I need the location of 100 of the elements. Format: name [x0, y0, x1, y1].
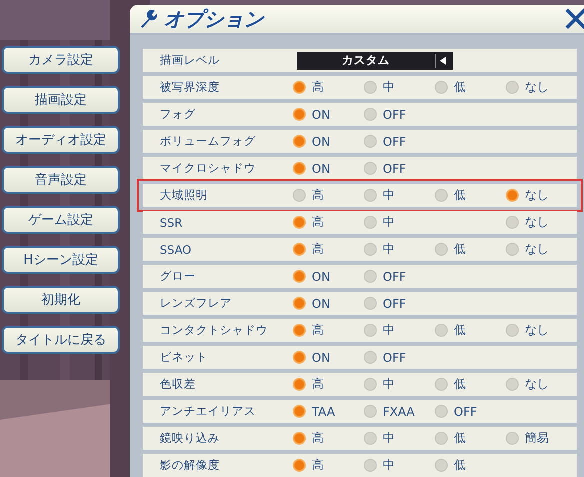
- option-label[interactable]: 低: [454, 241, 466, 258]
- option-label[interactable]: 高: [312, 430, 324, 447]
- radio-button[interactable]: [293, 135, 306, 148]
- option-label[interactable]: 中: [383, 214, 395, 231]
- option-label[interactable]: 高: [312, 457, 324, 474]
- option-label[interactable]: TAA: [312, 404, 336, 418]
- option-label[interactable]: OFF: [383, 270, 406, 284]
- option-label[interactable]: 高: [312, 241, 324, 258]
- close-button[interactable]: [564, 7, 584, 31]
- radio-button[interactable]: [435, 459, 448, 472]
- option-label[interactable]: 低: [454, 457, 466, 474]
- option-label[interactable]: 中: [383, 430, 395, 447]
- radio-button[interactable]: [435, 432, 448, 445]
- radio-button[interactable]: [364, 378, 377, 391]
- radio-button[interactable]: [364, 324, 377, 337]
- radio-button[interactable]: [293, 108, 306, 121]
- radio-button[interactable]: [293, 81, 306, 94]
- menu-button[interactable]: 初期化: [2, 286, 120, 314]
- radio-button[interactable]: [506, 243, 519, 256]
- radio-button[interactable]: [293, 189, 306, 202]
- radio-button[interactable]: [293, 270, 306, 283]
- option-label[interactable]: OFF: [383, 108, 406, 122]
- radio-button[interactable]: [293, 216, 306, 229]
- radio-button[interactable]: [293, 351, 306, 364]
- radio-button[interactable]: [364, 351, 377, 364]
- radio-button[interactable]: [293, 243, 306, 256]
- radio-button[interactable]: [506, 81, 519, 94]
- radio-button[interactable]: [435, 405, 448, 418]
- option-label[interactable]: 高: [312, 79, 324, 96]
- radio-button[interactable]: [364, 135, 377, 148]
- option-label[interactable]: ON: [312, 296, 330, 310]
- radio-button[interactable]: [293, 432, 306, 445]
- option-label[interactable]: 簡易: [525, 430, 549, 447]
- radio-button[interactable]: [364, 243, 377, 256]
- option-label[interactable]: 中: [383, 376, 395, 393]
- radio-button[interactable]: [293, 405, 306, 418]
- radio-button[interactable]: [293, 162, 306, 175]
- option-label[interactable]: OFF: [454, 404, 478, 418]
- option-label[interactable]: 低: [454, 322, 466, 339]
- option-label[interactable]: 低: [454, 79, 466, 96]
- menu-button[interactable]: 描画設定: [2, 86, 120, 114]
- option-label[interactable]: 中: [383, 241, 395, 258]
- radio-button[interactable]: [364, 459, 377, 472]
- radio-button[interactable]: [293, 378, 306, 391]
- option-label[interactable]: 低: [454, 376, 466, 393]
- option-label[interactable]: ON: [312, 162, 330, 176]
- option-label[interactable]: 中: [383, 457, 395, 474]
- radio-button[interactable]: [364, 162, 377, 175]
- option-label[interactable]: なし: [525, 322, 549, 339]
- option-label[interactable]: 中: [383, 187, 395, 204]
- option-label[interactable]: ON: [312, 134, 330, 148]
- radio-button[interactable]: [293, 459, 306, 472]
- radio-button[interactable]: [293, 324, 306, 337]
- option-label[interactable]: なし: [525, 187, 549, 204]
- radio-button[interactable]: [435, 81, 448, 94]
- menu-button[interactable]: タイトルに戻る: [2, 326, 120, 354]
- option-label[interactable]: なし: [525, 214, 549, 231]
- option-label[interactable]: ON: [312, 350, 330, 364]
- radio-button[interactable]: [506, 216, 519, 229]
- option-label[interactable]: なし: [525, 241, 549, 258]
- option-label[interactable]: 低: [454, 430, 466, 447]
- option-label[interactable]: なし: [525, 376, 549, 393]
- radio-button[interactable]: [435, 189, 448, 202]
- radio-button[interactable]: [364, 189, 377, 202]
- menu-button[interactable]: カメラ設定: [2, 46, 120, 74]
- option-label[interactable]: ON: [312, 270, 330, 284]
- menu-button[interactable]: ゲーム設定: [2, 206, 120, 234]
- radio-button[interactable]: [506, 324, 519, 337]
- radio-button[interactable]: [364, 270, 377, 283]
- menu-button[interactable]: 音声設定: [2, 166, 120, 194]
- option-label[interactable]: 高: [312, 187, 324, 204]
- option-label[interactable]: 高: [312, 322, 324, 339]
- radio-button[interactable]: [435, 378, 448, 391]
- menu-button[interactable]: Hシーン設定: [2, 246, 120, 274]
- option-label[interactable]: ON: [312, 108, 330, 122]
- option-label[interactable]: 中: [383, 322, 395, 339]
- option-label[interactable]: OFF: [383, 296, 406, 310]
- dropdown[interactable]: カスタム: [297, 52, 453, 70]
- radio-button[interactable]: [506, 189, 519, 202]
- radio-button[interactable]: [435, 243, 448, 256]
- radio-button[interactable]: [364, 432, 377, 445]
- option-label[interactable]: 中: [383, 79, 395, 96]
- radio-button[interactable]: [364, 405, 377, 418]
- radio-button[interactable]: [364, 81, 377, 94]
- menu-button[interactable]: オーディオ設定: [2, 126, 120, 154]
- radio-button[interactable]: [506, 432, 519, 445]
- option-label[interactable]: OFF: [383, 134, 406, 148]
- option-label[interactable]: OFF: [383, 162, 406, 176]
- option-label[interactable]: 低: [454, 187, 466, 204]
- option-label[interactable]: 高: [312, 214, 324, 231]
- radio-button[interactable]: [364, 216, 377, 229]
- radio-button[interactable]: [364, 108, 377, 121]
- radio-button[interactable]: [435, 324, 448, 337]
- radio-button[interactable]: [506, 378, 519, 391]
- radio-button[interactable]: [364, 297, 377, 310]
- option-label[interactable]: 高: [312, 376, 324, 393]
- option-label[interactable]: なし: [525, 79, 549, 96]
- radio-button[interactable]: [293, 297, 306, 310]
- option-label[interactable]: FXAA: [383, 404, 415, 418]
- option-label[interactable]: OFF: [383, 350, 406, 364]
